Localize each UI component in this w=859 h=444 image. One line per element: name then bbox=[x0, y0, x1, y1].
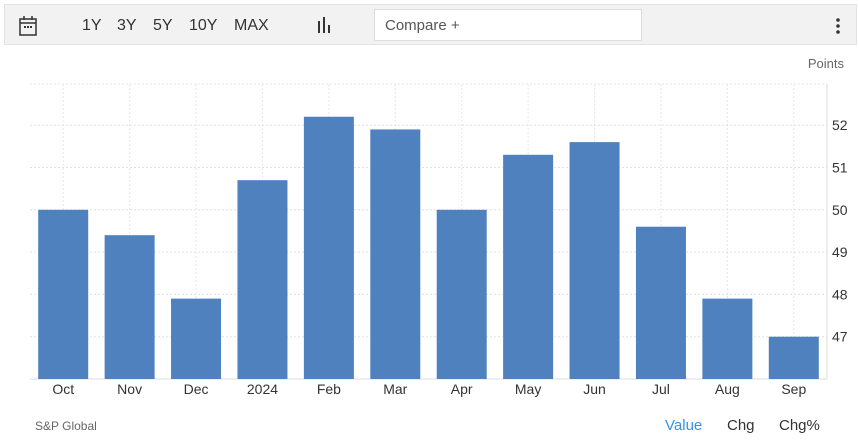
mode-chg-percent-button[interactable]: Chg% bbox=[779, 417, 820, 434]
x-tick-label: Feb bbox=[317, 381, 341, 397]
x-tick-label: Dec bbox=[184, 381, 209, 397]
bar-apr bbox=[436, 209, 487, 379]
bar-may bbox=[503, 154, 554, 379]
bar-jul bbox=[635, 226, 686, 379]
bar-jun bbox=[569, 142, 620, 379]
x-tick-label: Jul bbox=[652, 381, 670, 397]
y-tick-label: 52 bbox=[832, 117, 848, 133]
x-tick-label: Nov bbox=[117, 381, 142, 397]
source-label: S&P Global bbox=[35, 419, 97, 433]
bar-chart: 47 48 49 50 51 52 Oct Nov Dec 2024 Feb Mar Apr May Jun… bbox=[30, 83, 848, 397]
mode-chg-button[interactable]: Chg bbox=[727, 417, 755, 434]
bar-aug bbox=[702, 298, 753, 379]
bar-feb bbox=[303, 116, 354, 380]
x-tick-label: Aug bbox=[715, 381, 740, 397]
y-tick-label: 48 bbox=[832, 286, 848, 302]
bar-mar bbox=[370, 129, 421, 379]
x-tick-label: Mar bbox=[383, 381, 407, 397]
y-tick-label: 47 bbox=[832, 329, 848, 345]
mode-value-button[interactable]: Value bbox=[665, 417, 702, 434]
y-tick-label: 49 bbox=[832, 244, 848, 260]
y-tick-label: 51 bbox=[832, 160, 848, 176]
x-tick-label: Jun bbox=[583, 381, 606, 397]
bar-sep bbox=[768, 336, 819, 379]
x-tick-label: 2024 bbox=[247, 381, 278, 397]
y-tick-label: 50 bbox=[832, 202, 848, 218]
bar-oct bbox=[38, 209, 89, 379]
x-tick-label: Oct bbox=[52, 381, 74, 397]
bar-nov bbox=[104, 235, 155, 379]
bar-2024 bbox=[237, 180, 288, 379]
x-tick-label: Sep bbox=[781, 381, 806, 397]
bar-dec bbox=[171, 298, 222, 379]
x-tick-label: Apr bbox=[451, 381, 473, 397]
x-tick-label: May bbox=[515, 381, 541, 397]
